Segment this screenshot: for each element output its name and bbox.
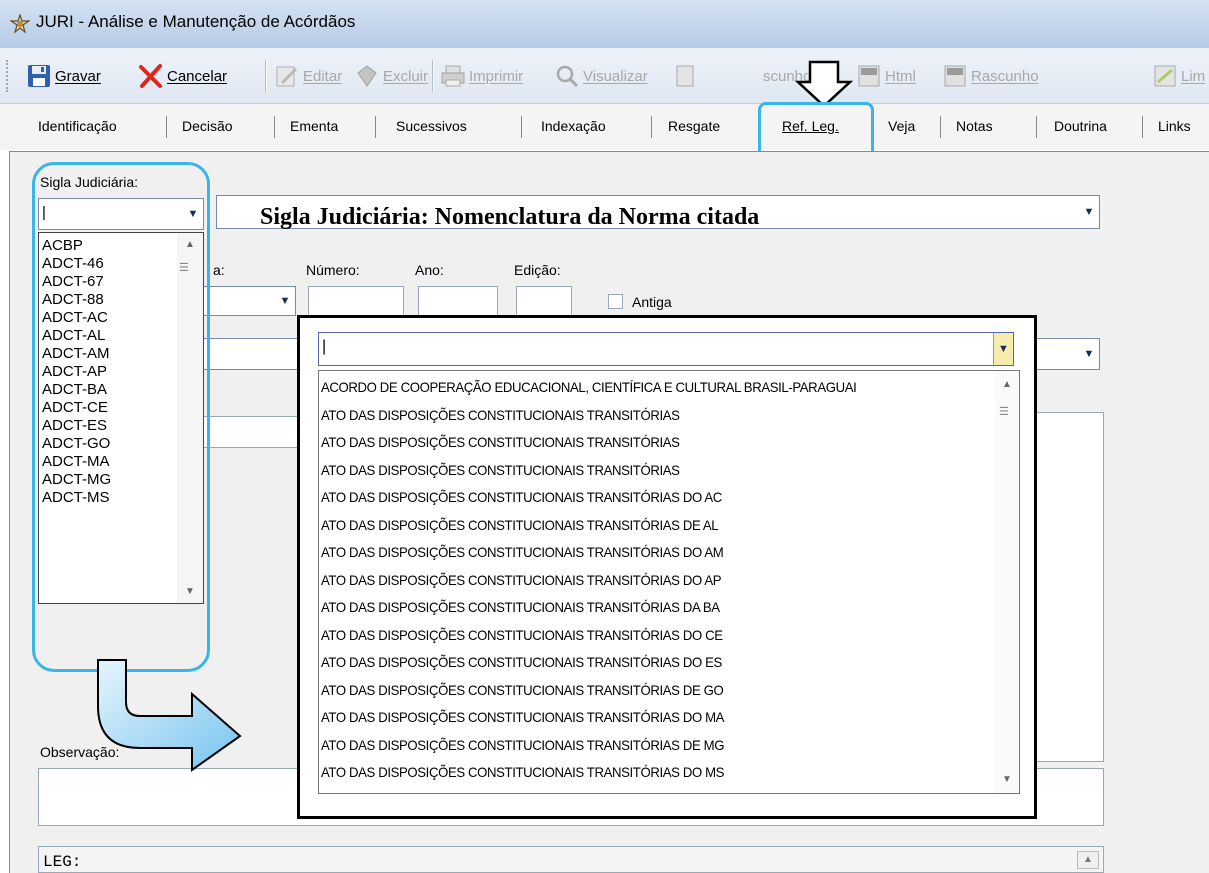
- nomenclatura-list-item[interactable]: ATO DAS DISPOSIÇÕES CONSTITUCIONAIS TRAN…: [321, 402, 856, 430]
- title-bar: JURI - Análise e Manutenção de Acórdãos: [0, 0, 1209, 48]
- rascunho-template-button[interactable]: scunho: [674, 58, 811, 94]
- nomenclatura-list-item[interactable]: ATO DAS DISPOSIÇÕES CONSTITUCIONAIS TRAN…: [321, 457, 856, 485]
- tab-doutrina[interactable]: Doutrina: [1054, 118, 1107, 134]
- nomenclatura-list-item[interactable]: ATO DAS DISPOSIÇÕES CONSTITUCIONAIS TRAN…: [321, 649, 856, 677]
- toolbar-grip[interactable]: [6, 60, 10, 92]
- nomenclatura-list-item[interactable]: ATO DAS DISPOSIÇÕES CONSTITUCIONAIS TRAN…: [321, 732, 856, 760]
- nomenclatura-list-item[interactable]: ATO DAS DISPOSIÇÕES CONSTITUCIONAIS TRAN…: [321, 759, 856, 787]
- nomenclatura-overlay: | ▼ ACORDO DE COOPERAÇÃO EDUCACIONAL, CI…: [297, 315, 1037, 819]
- html-button[interactable]: Html: [856, 58, 916, 94]
- ano-input[interactable]: [418, 286, 498, 316]
- toolbar-separator: [265, 60, 267, 92]
- scroll-up-icon[interactable]: ▲: [1002, 379, 1012, 390]
- tab-resgate[interactable]: Resgate: [668, 118, 720, 134]
- toolbar-separator: [432, 60, 434, 92]
- tab-links[interactable]: Links: [1158, 118, 1191, 134]
- editar-label: Editar: [303, 67, 343, 85]
- tab-separator: [375, 116, 376, 138]
- numero-label: Número:: [306, 262, 360, 278]
- tab-indexacao[interactable]: Indexação: [541, 118, 606, 134]
- cancel-x-icon: [139, 64, 162, 88]
- nomenclatura-list-item[interactable]: ATO DAS DISPOSIÇÕES CONSTITUCIONAIS TRAN…: [321, 484, 856, 512]
- edit-icon: [276, 66, 298, 87]
- tab-ementa[interactable]: Ementa: [290, 118, 338, 134]
- antiga-checkbox[interactable]: [608, 294, 623, 309]
- sigla-callout: [32, 162, 210, 672]
- nomenclatura-list-item[interactable]: ATO DAS DISPOSIÇÕES CONSTITUCIONAIS TRAN…: [321, 677, 856, 705]
- ano-label: Ano:: [415, 262, 444, 278]
- edicao-input[interactable]: [516, 286, 572, 316]
- delete-icon: [357, 65, 377, 87]
- cancelar-label: Cancelar: [167, 67, 228, 85]
- nomenclatura-list-item[interactable]: ATO DAS DISPOSIÇÕES CONSTITUCIONAIS TRAN…: [321, 622, 856, 650]
- toolbar: Gravar Cancelar Editar Excluir Imprimir: [0, 48, 1209, 104]
- tipo-label: a:: [213, 262, 225, 278]
- tab-notas[interactable]: Notas: [956, 118, 993, 134]
- html-icon: [858, 65, 880, 87]
- chevron-down-icon[interactable]: ▼: [275, 287, 295, 315]
- tab-bar: Identificação Decisão Ementa Sucessivos …: [0, 104, 1209, 150]
- nomenclatura-list-item[interactable]: ATO DAS DISPOSIÇÕES CONSTITUCIONAIS TRAN…: [321, 539, 856, 567]
- nomenclatura-scrollbar[interactable]: ▲ ☰ ▼: [995, 371, 1019, 793]
- tab-sucessivos[interactable]: Sucessivos: [396, 118, 467, 134]
- tab-separator: [521, 116, 522, 138]
- visualizar-button[interactable]: Visualizar: [554, 58, 648, 94]
- down-arrow-annotation: [794, 60, 854, 108]
- nomenclatura-items: ACORDO DE COOPERAÇÃO EDUCACIONAL, CIENTÍ…: [321, 374, 857, 787]
- tab-separator: [1142, 116, 1143, 138]
- clear-icon: [1154, 65, 1176, 87]
- leg-textarea[interactable]: LEG: ▲: [38, 846, 1104, 873]
- annotation-heading: Sigla Judiciária: Nomenclatura da Norma …: [260, 204, 760, 230]
- editar-button[interactable]: Editar: [274, 58, 342, 94]
- nomenclatura-list-item[interactable]: ATO DAS DISPOSIÇÕES CONSTITUCIONAIS TRAN…: [321, 567, 856, 595]
- tab-separator: [1036, 116, 1037, 138]
- template-icon: [676, 65, 694, 87]
- nomenclatura-list-item[interactable]: ACORDO DE COOPERAÇÃO EDUCACIONAL, CIENTÍ…: [321, 374, 857, 402]
- chevron-down-icon[interactable]: ▼: [1079, 196, 1099, 228]
- nomenclatura-list-item[interactable]: ATO DAS DISPOSIÇÕES CONSTITUCIONAIS TRAN…: [321, 704, 856, 732]
- curved-arrow-annotation: [97, 659, 242, 772]
- rascunho-button[interactable]: Rascunho: [942, 58, 1039, 94]
- app-icon: [10, 14, 30, 34]
- chevron-down-icon[interactable]: ▼: [1079, 339, 1099, 369]
- save-icon: [28, 65, 50, 87]
- nomenclatura-list-item[interactable]: ATO DAS DISPOSIÇÕES CONSTITUCIONAIS TRAN…: [321, 594, 856, 622]
- tab-separator: [166, 116, 167, 138]
- nomenclatura-input-value: |: [322, 338, 327, 355]
- nomenclatura-input[interactable]: | ▼: [318, 332, 1014, 366]
- scroll-down-icon[interactable]: ▼: [1002, 774, 1012, 785]
- visualizar-label: Visualizar: [583, 67, 648, 85]
- excluir-button[interactable]: Excluir: [354, 58, 428, 94]
- cancelar-button[interactable]: Cancelar: [138, 58, 227, 94]
- preview-icon: [556, 65, 579, 88]
- tab-veja[interactable]: Veja: [888, 118, 915, 134]
- tab-separator: [940, 116, 941, 138]
- leg-text: LEG:: [43, 853, 82, 871]
- tab-separator: [651, 116, 652, 138]
- rascunho-label: Rascunho: [971, 67, 1039, 85]
- gravar-button[interactable]: Gravar: [26, 58, 101, 94]
- html-label: Html: [885, 67, 916, 85]
- limpar-partial-label: Lim: [1181, 67, 1206, 85]
- gravar-label: Gravar: [55, 67, 101, 85]
- antiga-label: Antiga: [632, 294, 672, 310]
- tab-decisao[interactable]: Decisão: [182, 118, 233, 134]
- excluir-label: Excluir: [383, 67, 429, 85]
- print-icon: [441, 65, 465, 87]
- tab-identificacao[interactable]: Identificação: [38, 118, 117, 134]
- nomenclatura-list-item[interactable]: ATO DAS DISPOSIÇÕES CONSTITUCIONAIS TRAN…: [321, 512, 856, 540]
- imprimir-label: Imprimir: [469, 67, 524, 85]
- window-title: JURI - Análise e Manutenção de Acórdãos: [36, 12, 356, 31]
- imprimir-button[interactable]: Imprimir: [440, 58, 523, 94]
- nomenclatura-list-item[interactable]: ATO DAS DISPOSIÇÕES CONSTITUCIONAIS TRAN…: [321, 429, 856, 457]
- numero-input[interactable]: [308, 286, 404, 316]
- draft-icon: [944, 65, 966, 87]
- edicao-label: Edição:: [514, 262, 561, 278]
- tab-separator: [274, 116, 275, 138]
- chevron-down-icon[interactable]: ▼: [993, 333, 1013, 365]
- limpar-button[interactable]: Lim: [1152, 58, 1205, 94]
- scroll-thumb-icon[interactable]: ☰: [999, 405, 1009, 418]
- scroll-up-button[interactable]: ▲: [1077, 851, 1099, 869]
- nomenclatura-dropdown-list[interactable]: ACORDO DE COOPERAÇÃO EDUCACIONAL, CIENTÍ…: [318, 370, 1020, 794]
